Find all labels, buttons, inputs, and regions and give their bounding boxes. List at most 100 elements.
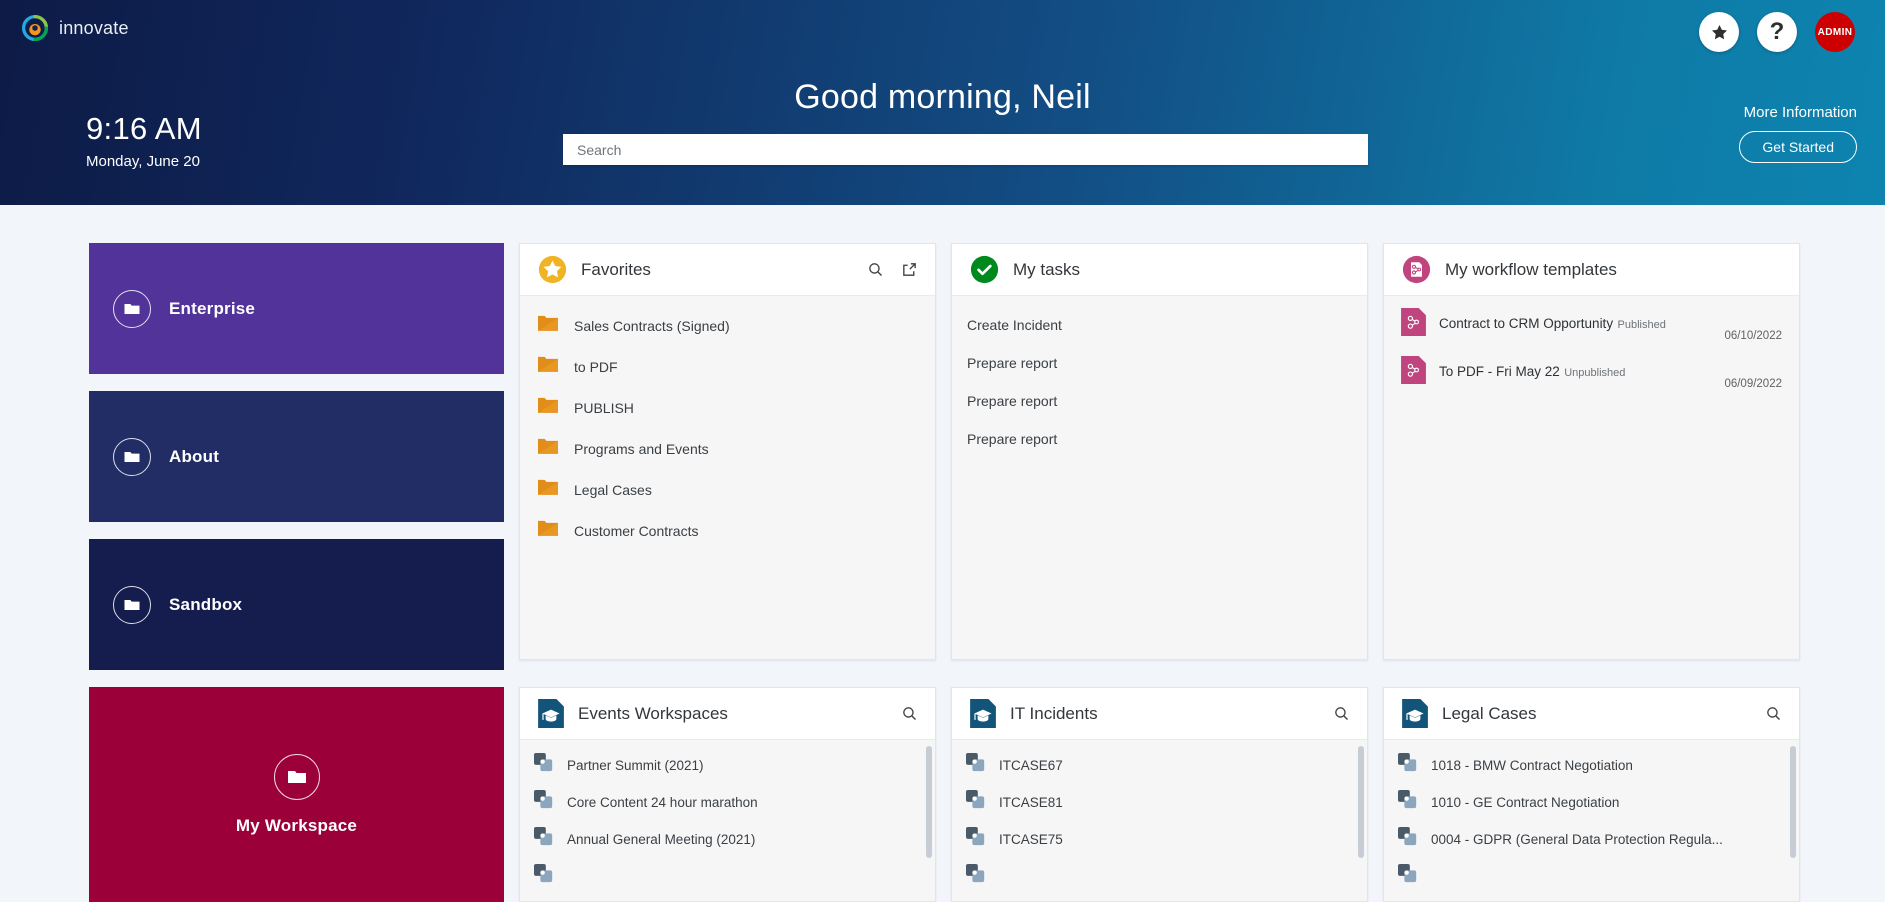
scrollbar-thumb[interactable] (926, 746, 932, 858)
list-item[interactable]: ITCASE75 (952, 821, 1367, 858)
check-circle-icon (970, 255, 999, 284)
list-item[interactable]: 1010 - GE Contract Negotiation (1384, 784, 1799, 821)
app-header: innovate 9:16 AM Monday, June 20 Good mo… (0, 0, 1885, 205)
list-item[interactable]: Sales Contracts (Signed) (520, 305, 935, 346)
list-item-label: Prepare report (967, 393, 1058, 409)
tile-column: Enterprise About Sandbox (89, 243, 504, 670)
list-item[interactable]: 0004 - GDPR (General Data Protection Reg… (1384, 821, 1799, 858)
list-item[interactable]: Core Content 24 hour marathon (520, 784, 935, 821)
list-item-label: PUBLISH (574, 399, 634, 416)
scrollbar[interactable] (1790, 746, 1796, 897)
list-item[interactable]: Prepare report (952, 382, 1367, 420)
tile-sandbox[interactable]: Sandbox (89, 539, 504, 670)
list-item-label: Partner Summit (2021) (567, 758, 704, 773)
folder-icon (538, 356, 558, 377)
scrollbar[interactable] (1358, 746, 1364, 897)
list-item-label: 1018 - BMW Contract Negotiation (1431, 758, 1633, 773)
tile-label: My Workspace (235, 815, 358, 835)
favorites-button[interactable] (1699, 12, 1739, 52)
list-item[interactable]: 1018 - BMW Contract Negotiation (1384, 747, 1799, 784)
list-item[interactable]: Contract to CRM Opportunity Published 06… (1384, 300, 1799, 348)
status-badge: Unpublished (1564, 367, 1626, 379)
list-item[interactable] (520, 858, 935, 895)
brand-name: innovate (59, 17, 129, 38)
search-icon[interactable] (1765, 705, 1782, 722)
list-item-label: Create Incident (967, 317, 1062, 333)
list-item[interactable]: Legal Cases (520, 469, 935, 510)
search-icon[interactable] (901, 705, 918, 722)
list-item-label: Legal Cases (574, 481, 652, 498)
avatar[interactable]: ADMIN (1815, 12, 1855, 52)
card-body: Partner Summit (2021) Core Content 24 ho… (520, 740, 935, 901)
list-item[interactable]: ITCASE67 (952, 747, 1367, 784)
card-favorites: Favorites Sales Contracts (Signed) to PD… (519, 243, 936, 660)
folder-icon (113, 585, 151, 624)
workflow-icon (1402, 255, 1431, 284)
tile-about[interactable]: About (89, 391, 504, 522)
list-item-date: 06/09/2022 (1724, 378, 1782, 390)
folder-icon (113, 289, 151, 328)
search-input[interactable] (563, 134, 1368, 165)
search-icon[interactable] (1333, 705, 1350, 722)
card-body: 1018 - BMW Contract Negotiation 1010 - G… (1384, 740, 1799, 901)
card-body: Contract to CRM Opportunity Published 06… (1384, 296, 1799, 659)
list-item-label: Contract to CRM Opportunity (1439, 316, 1614, 331)
folder-icon (273, 753, 320, 800)
list-item[interactable]: PUBLISH (520, 387, 935, 428)
card-header: My workflow templates (1384, 244, 1799, 296)
scrollbar[interactable] (926, 746, 932, 897)
list-item[interactable]: Annual General Meeting (2021) (520, 821, 935, 858)
tile-enterprise[interactable]: Enterprise (89, 243, 504, 374)
folder-icon (538, 438, 558, 459)
scrollbar-thumb[interactable] (1790, 746, 1796, 858)
more-information-label: More Information (1743, 104, 1857, 121)
workflow-doc-icon (1401, 355, 1426, 389)
help-button[interactable]: ? (1757, 12, 1797, 52)
card-actions (867, 261, 918, 278)
workspace-stack-icon (534, 827, 554, 852)
list-item[interactable]: to PDF (520, 346, 935, 387)
card-header: IT Incidents (952, 688, 1367, 740)
card-header: My tasks (952, 244, 1367, 296)
list-item-label: ITCASE67 (999, 758, 1063, 773)
card-title: My tasks (1013, 259, 1081, 279)
tile-my-workspace[interactable]: My Workspace (89, 687, 504, 902)
list-item-label: Prepare report (967, 355, 1058, 371)
tile-label: About (169, 446, 220, 466)
folder-icon (538, 479, 558, 500)
list-item[interactable]: Prepare report (952, 344, 1367, 382)
list-item-label: Core Content 24 hour marathon (567, 795, 758, 810)
brand[interactable]: innovate (22, 15, 129, 41)
get-started-button[interactable]: Get Started (1739, 131, 1857, 163)
workspace-stack-icon (966, 790, 986, 815)
list-item-label: Prepare report (967, 431, 1058, 447)
star-icon (538, 255, 567, 284)
list-item[interactable]: ITCASE81 (952, 784, 1367, 821)
card-body: ITCASE67 ITCASE81 ITCASE75 (952, 740, 1367, 901)
external-link-icon[interactable] (901, 261, 918, 278)
list-item[interactable]: To PDF - Fri May 22 Unpublished 06/09/20… (1384, 348, 1799, 396)
dashboard-main: Enterprise About Sandbox Favorites Sales… (0, 205, 1885, 902)
star-icon (1710, 23, 1729, 42)
search-icon[interactable] (867, 261, 884, 278)
workspace-stack-icon (966, 827, 986, 852)
innovate-swirl-logo-icon (22, 15, 48, 41)
avatar-initials: ADMIN (1817, 26, 1853, 38)
list-item[interactable]: Prepare report (952, 420, 1367, 458)
workspace-stack-icon (534, 790, 554, 815)
scrollbar-thumb[interactable] (1358, 746, 1364, 858)
workspace-stack-icon (534, 753, 554, 778)
list-item[interactable]: Programs and Events (520, 428, 935, 469)
list-item[interactable] (1384, 858, 1799, 895)
folder-icon (538, 315, 558, 336)
list-item[interactable] (952, 858, 1367, 895)
list-item-label: ITCASE75 (999, 832, 1063, 847)
list-item[interactable]: Create Incident (952, 306, 1367, 344)
card-my-tasks: My tasks Create Incident Prepare report … (951, 243, 1368, 660)
card-actions (1333, 705, 1350, 722)
list-item-text: To PDF - Fri May 22 Unpublished (1439, 363, 1724, 381)
list-item[interactable]: Customer Contracts (520, 510, 935, 551)
list-item-text: Contract to CRM Opportunity Published (1439, 315, 1724, 333)
card-legal-cases: Legal Cases 1018 - BMW Contract Negotiat… (1383, 687, 1800, 902)
list-item[interactable]: Partner Summit (2021) (520, 747, 935, 784)
